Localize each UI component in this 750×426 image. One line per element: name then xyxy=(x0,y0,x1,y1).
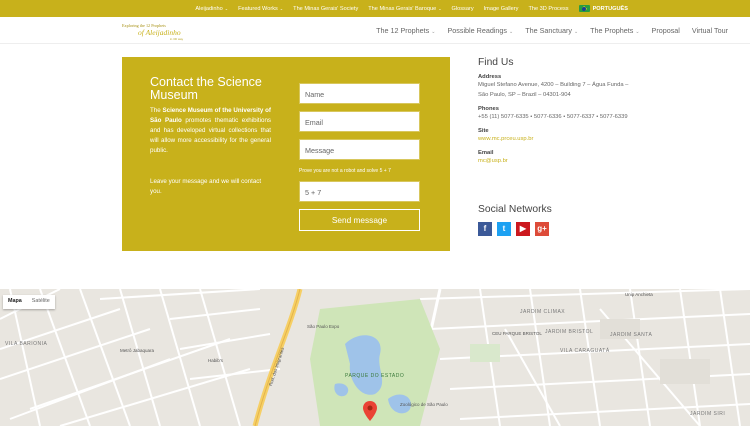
contact-panel: Contact the Science Museum The Science M… xyxy=(122,57,450,251)
top-nav-item-label: Aleijadinho xyxy=(195,5,223,12)
main-nav-item-label: The 12 Prophets xyxy=(376,26,430,35)
youtube-icon[interactable]: ▶ xyxy=(516,222,530,236)
top-nav-item[interactable]: Aleijadinho ⌄ xyxy=(195,6,228,12)
top-nav-item[interactable]: Image Gallery xyxy=(484,6,519,12)
top-nav-item[interactable]: The 3D Process xyxy=(528,6,568,12)
site-header: Exploring the 12 Prophets of Aleijadinho… xyxy=(0,17,750,44)
top-nav-item-label: Glossary xyxy=(451,5,474,12)
map-type-toggle: Mapa Satélite xyxy=(3,295,55,309)
top-nav-item[interactable]: Featured Works ⌄ xyxy=(238,6,283,12)
chevron-down-icon: ⌄ xyxy=(573,29,579,35)
find-us-section: Find Us Address Miguel Stefano Avenue, 4… xyxy=(478,57,638,166)
logo-line-2: of Aleijadinho xyxy=(138,28,181,37)
map-label-jardim-bristol: JARDIM BRISTOL xyxy=(545,329,594,335)
top-bar: Aleijadinho ⌄ Featured Works ⌄ The Minas Ger… xyxy=(0,0,750,17)
main-nav-item[interactable]: The 12 Prophets ⌄ xyxy=(376,26,435,35)
name-input[interactable]: Name xyxy=(299,83,420,104)
map-label-habibs: Habib's xyxy=(208,358,223,363)
map-label-jardim-santa: JARDIM SANTA xyxy=(610,332,653,338)
map-type-satellite[interactable]: Satélite xyxy=(27,295,55,309)
map-label-expo: São Paulo Expo xyxy=(307,324,340,329)
site-link[interactable]: www.mc.prceu.usp.br xyxy=(478,134,638,144)
language-switch[interactable]: PORTUGUÊS xyxy=(593,6,628,12)
brazil-flag-icon[interactable] xyxy=(578,5,590,12)
main-nav-item-label: Possible Readings xyxy=(447,26,508,35)
main-nav-item-label: The Sanctuary xyxy=(525,26,572,35)
find-us-title: Find Us xyxy=(478,57,514,68)
chevron-down-icon: ⌄ xyxy=(635,29,640,35)
map-label-anchieta: Unip Anchieta xyxy=(625,292,653,297)
facebook-icon[interactable]: f xyxy=(478,222,492,236)
social-icons: f t ▶ g+ xyxy=(478,222,554,236)
captcha-label: Prove you are not a robot and solve 5 + … xyxy=(299,168,391,174)
main-nav: The 12 Prophets ⌄ Possible Readings ⌄ The Sa… xyxy=(364,26,728,35)
map-label-zoo: Zoológico de São Paulo xyxy=(400,402,448,407)
map-label-jardim-climax: JARDIM CLIMAX xyxy=(520,309,566,315)
map-label-vila-caraguata: VILA CARAGUATÁ xyxy=(560,348,610,354)
logo-line-3: in 3D way xyxy=(170,37,184,41)
map-label-parque-estado: PARQUE DO ESTADO xyxy=(345,373,405,379)
message-textarea[interactable]: Message xyxy=(299,139,420,160)
map-pin-icon[interactable] xyxy=(363,401,377,421)
main-nav-item[interactable]: The Prophets ⌄ xyxy=(590,26,639,35)
chevron-down-icon: ⌄ xyxy=(279,6,284,11)
map-label-vila-barionia: VILA BARIONIA xyxy=(5,341,48,347)
top-nav-item[interactable]: The Minas Gerais' Baroque ⌄ xyxy=(368,6,441,12)
map-label-jardim-siri: JARDIM SIRI xyxy=(690,411,726,417)
site-logo[interactable]: Exploring the 12 Prophets of Aleijadinho… xyxy=(122,23,183,41)
top-nav-item-label: The Minas Gerais' Baroque xyxy=(368,5,437,12)
contact-description: The Science Museum of the University of … xyxy=(150,107,271,154)
top-nav-item[interactable]: Glossary xyxy=(452,6,474,12)
chevron-down-icon: ⌄ xyxy=(509,29,514,35)
main-nav-item-label: Proposal xyxy=(651,26,680,35)
address-value: Miguel Stefano Avenue, 4200 – Building 7… xyxy=(478,82,629,98)
main-nav-item[interactable]: Possible Readings ⌄ xyxy=(447,26,513,35)
top-nav-item[interactable]: The Minas Gerais' Society xyxy=(293,6,358,12)
chevron-down-icon: ⌄ xyxy=(431,29,436,35)
email-link[interactable]: mc@usp.br xyxy=(478,156,638,166)
top-nav-item-label: Image Gallery xyxy=(483,5,519,12)
chevron-down-icon: ⌄ xyxy=(224,6,229,11)
google-plus-icon[interactable]: g+ xyxy=(535,222,549,236)
main-nav-item-label: The Prophets xyxy=(590,26,634,35)
send-message-button[interactable]: Send message xyxy=(299,209,420,231)
main-nav-item[interactable]: Proposal xyxy=(652,26,680,35)
top-nav: Aleijadinho ⌄ Featured Works ⌄ The Minas Ger… xyxy=(185,6,568,12)
social-networks-section: Social Networks f t ▶ g+ xyxy=(478,204,554,236)
top-nav-item-label: The Minas Gerais' Society xyxy=(293,5,359,12)
map-label-metro: Metrô Jabaquara xyxy=(120,348,155,353)
top-nav-item-label: The 3D Process xyxy=(528,5,569,12)
captcha-input[interactable]: 5 + 7 xyxy=(299,181,420,202)
chevron-down-icon: ⌄ xyxy=(438,6,442,11)
phones-value: +55 (11) 5077-6335 • 5077-6336 • 5077-63… xyxy=(478,114,628,120)
map-label-ceu-bristol: CEU PARQUE BRISTOL xyxy=(492,331,542,336)
email-input[interactable]: Email xyxy=(299,111,420,132)
contact-leave-message: Leave your message and we will contact y… xyxy=(150,178,262,195)
map-type-map[interactable]: Mapa xyxy=(3,295,27,309)
top-nav-item-label: Featured Works xyxy=(238,5,278,12)
twitter-icon[interactable]: t xyxy=(497,222,511,236)
contact-title: Contact the Science Museum xyxy=(150,75,262,102)
main-nav-item[interactable]: Virtual Tour xyxy=(692,26,728,35)
main-nav-item-label: Virtual Tour xyxy=(691,26,728,35)
social-networks-title: Social Networks xyxy=(478,204,552,215)
main-nav-item[interactable]: The Sanctuary ⌄ xyxy=(525,26,578,35)
